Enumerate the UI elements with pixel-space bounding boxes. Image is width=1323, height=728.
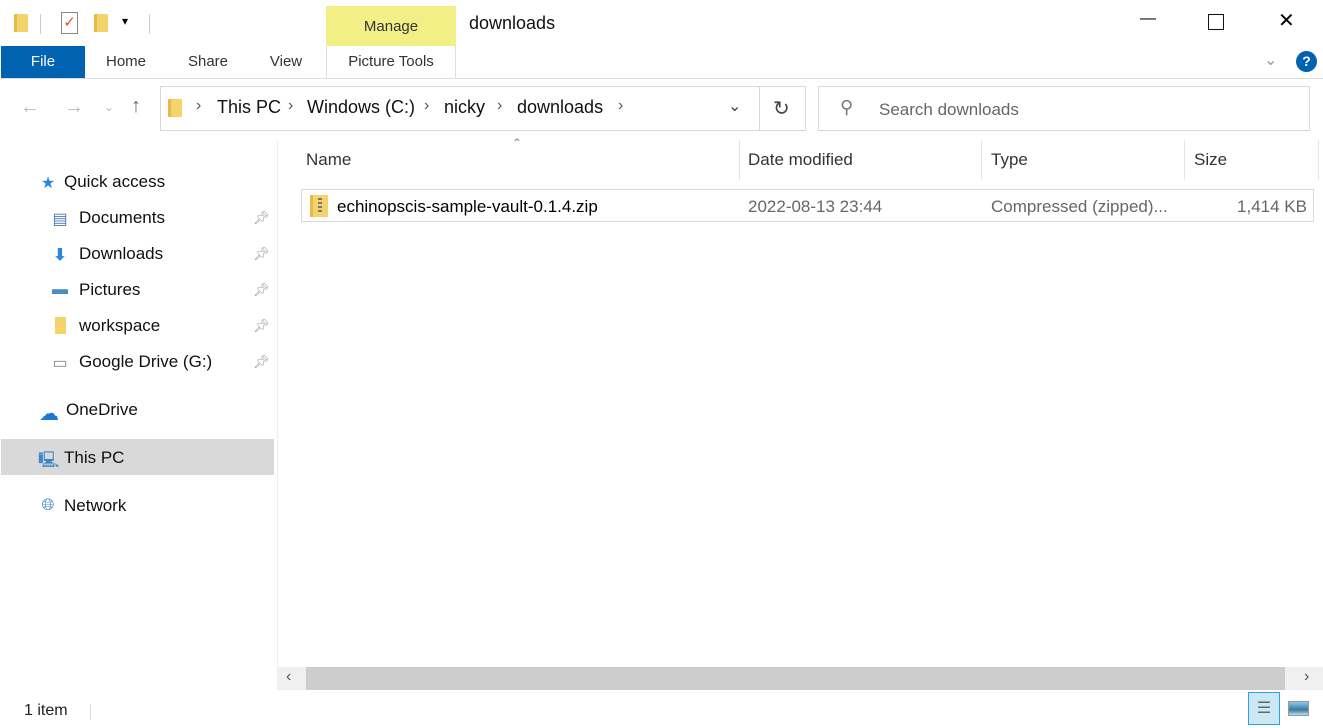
star-icon: ★ (40, 175, 56, 192)
sidebar-item-documents[interactable]: ▤ Documents (50, 208, 165, 228)
crumb-windows-c[interactable]: Windows (C:) (307, 97, 415, 118)
sidebar-item-label: Google Drive (G:) (79, 352, 213, 371)
file-date: 2022-08-13 23:44 (748, 197, 883, 216)
crumb-this-pc[interactable]: This PC (217, 97, 281, 118)
up-button[interactable]: ↑ (131, 95, 141, 118)
sidebar-item-google-drive[interactable]: ▭ Google Drive (G:) (50, 352, 212, 372)
manage-context-tab: Manage (326, 6, 456, 46)
pictures-icon: ▬ (52, 281, 68, 298)
column-header-name[interactable]: Name (306, 150, 351, 170)
column-header-type[interactable]: Type (991, 150, 1028, 170)
scrollbar-thumb[interactable] (306, 667, 1285, 690)
window-title: downloads (469, 13, 556, 33)
scroll-left-button[interactable]: ‹ (286, 668, 291, 686)
sidebar-item-label: Quick access (64, 172, 166, 191)
sidebar-item-this-pc[interactable]: 🖳︎ This PC (38, 448, 125, 469)
scroll-right-button[interactable]: › (1304, 668, 1309, 686)
sidebar-item-label: workspace (79, 316, 161, 335)
tab-picture-tools[interactable]: Picture Tools (326, 46, 456, 78)
column-header-size[interactable]: Size (1194, 150, 1227, 170)
folder-icon (168, 99, 182, 117)
address-dropdown-icon[interactable]: ⌄ (728, 96, 741, 116)
tab-file[interactable]: File (1, 46, 85, 78)
chevron-right-icon[interactable]: › (618, 97, 623, 115)
chevron-right-icon: › (288, 97, 294, 114)
file-size: 1,414 KB (1237, 197, 1307, 216)
properties-icon[interactable]: ✓ (61, 12, 78, 34)
folder-icon (14, 14, 28, 32)
crumb-downloads[interactable]: downloads (517, 97, 603, 118)
crumb-nicky[interactable]: nicky (444, 97, 485, 118)
sidebar-item-label: OneDrive (66, 400, 138, 419)
close-button[interactable]: ✕ (1278, 8, 1295, 33)
recent-locations-button[interactable]: ⌄ (104, 100, 114, 114)
pin-icon[interactable]: 📌︎ (253, 282, 270, 298)
cloud-icon: ☁ (39, 403, 59, 425)
drive-icon: ▭ (52, 355, 68, 372)
zip-file-icon (310, 195, 328, 217)
sort-ascending-icon: ⌃ (512, 136, 523, 150)
sidebar-item-pictures[interactable]: ▬ Pictures (50, 280, 140, 300)
computer-icon: 🖳︎ (38, 452, 60, 469)
sidebar-item-downloads[interactable]: ⬇ Downloads (50, 244, 163, 264)
sidebar-item-label: Network (64, 496, 127, 515)
documents-icon: ▤ (52, 211, 68, 228)
pin-icon[interactable]: 📌︎ (253, 318, 270, 334)
item-count: 1 item (24, 702, 68, 719)
sidebar-item-label: Pictures (79, 280, 141, 299)
divider (759, 86, 760, 131)
column-header-date[interactable]: Date modified (748, 150, 853, 170)
pin-icon[interactable]: 📌︎ (253, 210, 270, 226)
forward-button[interactable]: → (64, 96, 84, 119)
large-icons-view-button[interactable] (1288, 701, 1309, 716)
tab-share[interactable]: Share (178, 46, 238, 78)
sidebar-item-label: This PC (64, 448, 125, 467)
folder-icon (50, 317, 70, 335)
network-icon: 🌐︎ (41, 497, 55, 514)
chevron-right-icon: › (497, 97, 503, 114)
divider (90, 704, 91, 720)
search-icon: ⚲ (840, 97, 854, 117)
tab-home[interactable]: Home (94, 46, 158, 78)
refresh-button[interactable]: ↻ (773, 96, 790, 121)
pin-icon[interactable]: 📌︎ (253, 246, 270, 262)
sidebar-item-quick-access[interactable]: ★ Quick access (38, 172, 165, 192)
column-divider[interactable] (739, 140, 740, 180)
chevron-right-icon: › (424, 97, 430, 114)
sidebar-item-workspace[interactable]: workspace (50, 316, 160, 336)
minimize-button[interactable]: — (1140, 10, 1156, 28)
help-button[interactable]: ? (1296, 51, 1317, 72)
search-input[interactable]: Search downloads (879, 100, 1019, 120)
download-arrow-icon: ⬇ (53, 247, 67, 264)
chevron-right-icon: › (196, 97, 202, 114)
column-divider[interactable] (981, 140, 982, 180)
sidebar-item-onedrive[interactable]: ☁ OneDrive (36, 400, 138, 425)
ribbon-divider (0, 78, 1323, 79)
pane-divider (277, 140, 278, 690)
file-type: Compressed (zipped)... (991, 197, 1168, 216)
file-name: echinopscis-sample-vault-0.1.4.zip (337, 197, 598, 216)
maximize-button[interactable] (1208, 14, 1224, 30)
customize-toolbar-icon[interactable]: ▾ (122, 14, 128, 28)
file-row[interactable]: echinopscis-sample-vault-0.1.4.zip 2022-… (301, 189, 1314, 222)
pin-icon[interactable]: 📌︎ (253, 354, 270, 370)
back-button[interactable]: ← (20, 96, 40, 119)
column-divider[interactable] (1184, 140, 1185, 180)
sidebar-item-network[interactable]: 🌐︎ Network (38, 496, 127, 516)
sidebar-item-label: Documents (79, 208, 165, 227)
details-view-button[interactable]: ☰ (1248, 692, 1280, 725)
divider (149, 14, 150, 34)
sidebar-item-label: Downloads (79, 244, 164, 263)
divider (40, 14, 41, 34)
tab-view[interactable]: View (258, 46, 314, 78)
expand-ribbon-icon[interactable]: ⌄ (1264, 50, 1277, 70)
new-folder-icon[interactable] (94, 14, 108, 32)
column-divider[interactable] (1318, 140, 1319, 180)
